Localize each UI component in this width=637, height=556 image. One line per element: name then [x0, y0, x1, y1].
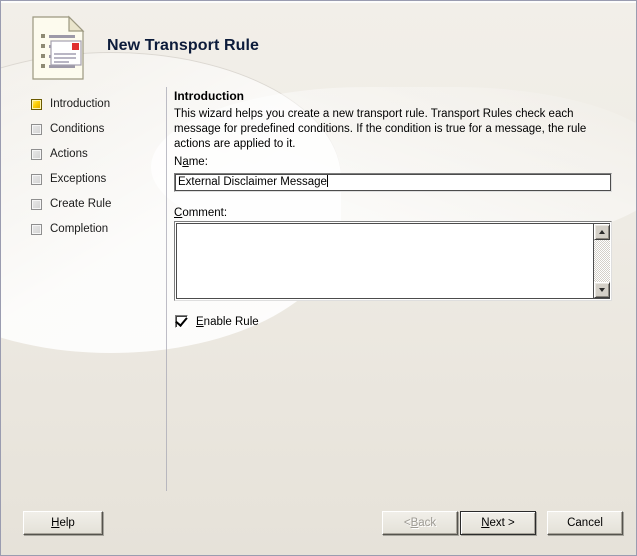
content-description: This wizard helps you create a new trans… [174, 108, 587, 150]
triangle-down-icon [599, 288, 605, 292]
comment-textarea-wrapper [174, 221, 612, 301]
step-marker-icon [31, 123, 42, 135]
text-caret [326, 175, 328, 187]
sidebar-item-completion[interactable]: Completion [31, 220, 108, 238]
step-marker-icon [31, 173, 42, 185]
comment-scrollbar[interactable] [593, 223, 610, 299]
enable-rule-checkbox[interactable] [175, 314, 188, 328]
content-heading: Introduction [174, 89, 244, 103]
sidebar-item-actions[interactable]: Actions [31, 145, 88, 163]
help-button[interactable]: Help [23, 511, 103, 535]
sidebar-item-exceptions[interactable]: Exceptions [31, 170, 106, 188]
name-input[interactable]: External Disclaimer Message [174, 173, 612, 192]
dialog-header: New Transport Rule [1, 1, 636, 87]
step-marker-icon [31, 148, 42, 160]
sidebar-item-create-rule[interactable]: Create Rule [31, 195, 111, 213]
triangle-up-icon [599, 230, 605, 234]
comment-textarea[interactable] [176, 223, 594, 299]
wizard-step-sidebar: Introduction Conditions Actions Exceptio… [1, 91, 166, 491]
sidebar-item-label: Introduction [50, 98, 111, 110]
step-marker-icon [31, 98, 42, 110]
back-button[interactable]: < Back [382, 511, 458, 535]
sidebar-item-label: Create Rule [50, 198, 112, 210]
new-transport-rule-dialog: New Transport Rule Introduction Conditio… [0, 0, 637, 556]
sidebar-content-divider [166, 87, 167, 491]
sidebar-item-label: Actions [50, 148, 88, 160]
enable-rule-label: Enable Rule [196, 315, 259, 328]
transport-rule-document-icon [32, 15, 85, 80]
comment-field-label: Comment: [174, 207, 228, 219]
cancel-button[interactable]: Cancel [547, 511, 623, 535]
page-title: New Transport Rule [107, 37, 260, 54]
enable-rule-checkbox-row[interactable]: Enable Rule [175, 314, 259, 328]
step-marker-icon [31, 223, 42, 235]
content-pane: Introduction This wizard helps you creat… [174, 89, 624, 152]
sidebar-item-label: Completion [50, 223, 109, 235]
sidebar-item-label: Conditions [50, 123, 105, 135]
step-marker-icon [31, 198, 42, 210]
sidebar-item-label: Exceptions [50, 173, 107, 185]
scrollbar-up-arrow-icon[interactable] [594, 224, 610, 240]
scrollbar-down-arrow-icon[interactable] [594, 282, 610, 298]
sidebar-item-introduction[interactable]: Introduction [31, 95, 110, 113]
name-field-label: Name: [174, 156, 208, 168]
name-input-value: External Disclaimer Message [178, 176, 327, 188]
checkmark-icon [175, 314, 188, 327]
sidebar-item-conditions[interactable]: Conditions [31, 120, 104, 138]
next-button[interactable]: Next > [460, 511, 536, 535]
